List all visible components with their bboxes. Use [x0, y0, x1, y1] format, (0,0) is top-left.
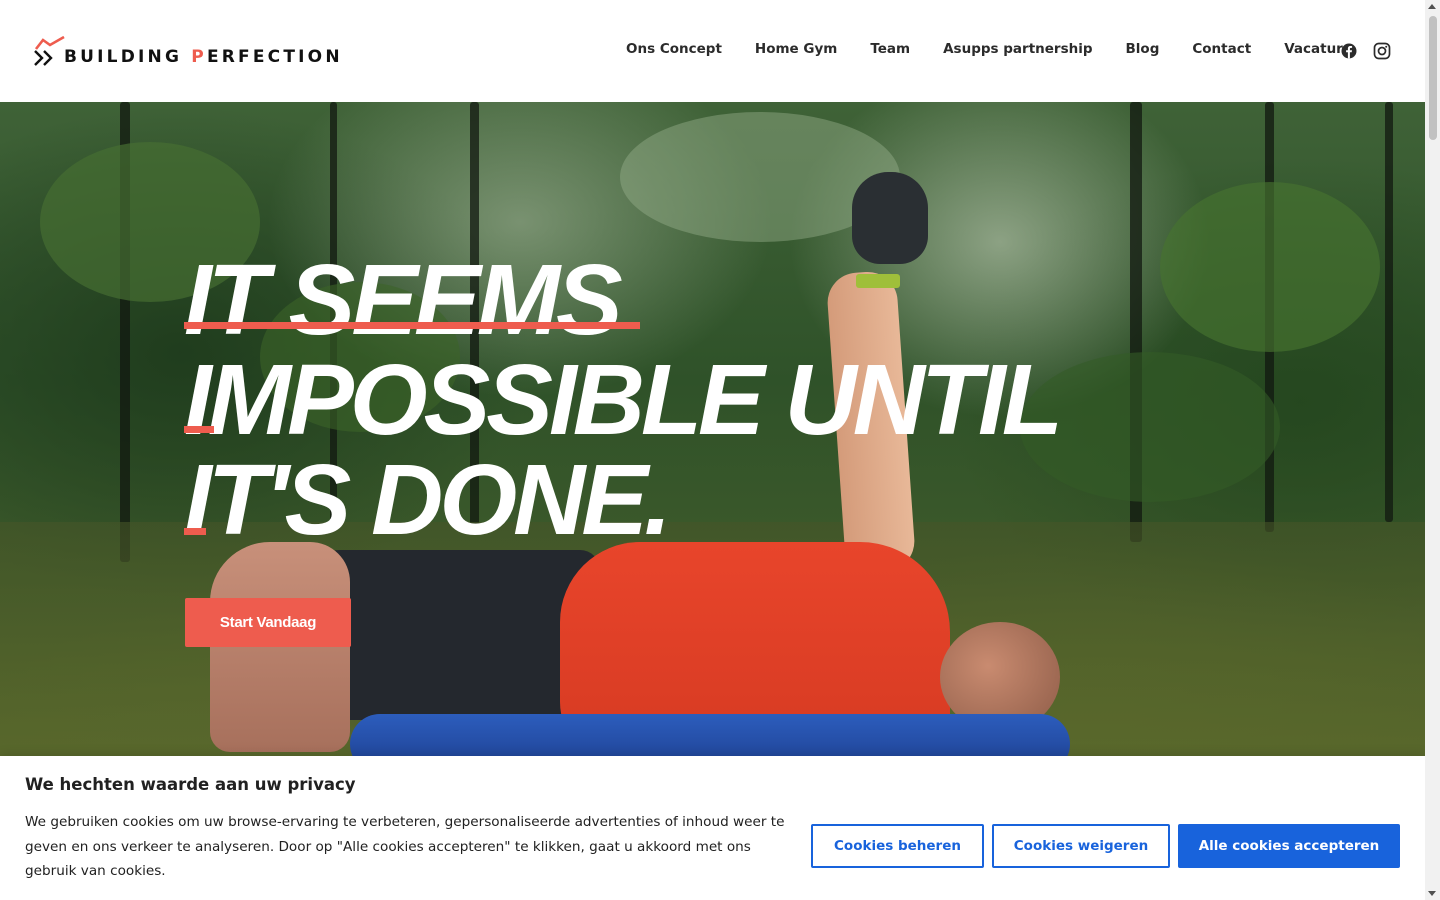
nav-item-team[interactable]: Team [870, 41, 910, 57]
site-header: BUILDING PERFECTION Ons Concept Home Gym… [0, 0, 1425, 102]
cookie-consent-banner: We hechten waarde aan uw privacy We gebr… [0, 756, 1425, 900]
cookie-title: We hechten waarde aan uw privacy [25, 775, 356, 794]
nav-item-blog[interactable]: Blog [1126, 41, 1160, 57]
scrollbar-thumb[interactable] [1429, 16, 1437, 140]
hero-headline-line-2-text: IMPOSSIBLE UNTIL [184, 344, 1063, 456]
main-nav: Ons Concept Home Gym Team Asupps partner… [626, 41, 1352, 57]
logo-text-part1: BUILDING [64, 47, 192, 67]
logo-arrows-icon [34, 35, 65, 68]
hero-headline-line-2: IMPOSSIBLE UNTIL [184, 350, 1063, 450]
nav-item-contact[interactable]: Contact [1192, 41, 1251, 57]
nav-item-ons-concept[interactable]: Ons Concept [626, 41, 722, 57]
logo-text-part2: ERFECTION [206, 47, 343, 67]
logo-text: BUILDING PERFECTION [64, 47, 343, 67]
hero-headline-line-3-text: IT'S DONE. [184, 444, 672, 556]
cookies-accept-all-button[interactable]: Alle cookies accepteren [1178, 824, 1400, 868]
hero-headline-line-1-text: IT SEEMS [184, 244, 623, 356]
headline-underline-accent [184, 426, 214, 433]
start-vandaag-button[interactable]: Start Vandaag [185, 598, 351, 647]
logo-text-accent: P [191, 47, 207, 67]
scroll-down-arrow-icon[interactable] [1428, 891, 1436, 896]
cookies-reject-button[interactable]: Cookies weigeren [992, 824, 1170, 868]
instagram-icon[interactable] [1373, 42, 1391, 60]
facebook-icon[interactable] [1340, 42, 1358, 60]
hero-headline: IT SEEMS IMPOSSIBLE UNTIL IT'S DONE. [184, 250, 1063, 550]
nav-item-asupps-partnership[interactable]: Asupps partnership [943, 41, 1092, 57]
headline-underline-accent [184, 322, 640, 329]
page-scrollbar[interactable] [1425, 0, 1440, 900]
hero-headline-line-1: IT SEEMS [184, 250, 1059, 350]
site-logo[interactable]: BUILDING PERFECTION [34, 35, 343, 68]
hero-headline-line-3: IT'S DONE. [184, 450, 1059, 550]
scroll-up-arrow-icon[interactable] [1428, 4, 1436, 9]
cookie-description: We gebruiken cookies om uw browse-ervari… [25, 814, 785, 879]
headline-underline-accent [184, 528, 206, 535]
nav-item-home-gym[interactable]: Home Gym [755, 41, 837, 57]
cookies-manage-button[interactable]: Cookies beheren [811, 824, 984, 868]
